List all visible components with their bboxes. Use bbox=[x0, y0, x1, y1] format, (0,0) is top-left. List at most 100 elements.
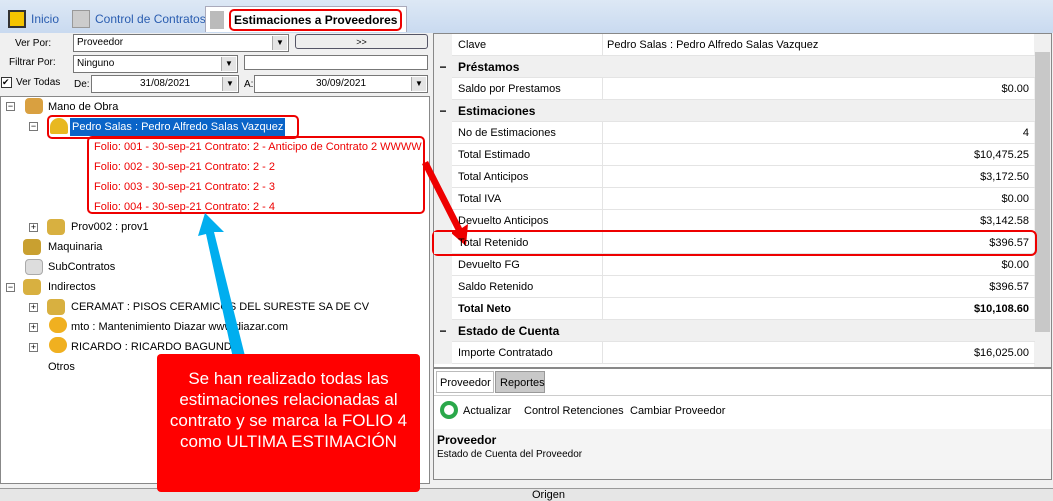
expand-icon[interactable]: + bbox=[29, 223, 38, 232]
property-value: $16,025.00 bbox=[602, 342, 1029, 364]
property-row[interactable]: Importe Contratado $16,025.00 bbox=[434, 342, 1035, 364]
cambiar-proveedor-button[interactable]: Cambiar Proveedor bbox=[630, 405, 725, 417]
collapse-icon[interactable]: − bbox=[29, 122, 38, 131]
property-value: $10,108.60 bbox=[602, 298, 1029, 320]
contract-icon bbox=[72, 10, 90, 28]
tree-node-folio[interactable]: Folio: 001 - 30-sep-21 Contrato: 2 - Ant… bbox=[94, 138, 422, 156]
tree-node-folio[interactable]: Folio: 002 - 30-sep-21 Contrato: 2 - 2 bbox=[94, 158, 275, 176]
property-row[interactable]: Total Estimado $10,475.25 bbox=[434, 144, 1035, 166]
description-title: Proveedor bbox=[437, 433, 497, 447]
logo-icon bbox=[8, 10, 26, 28]
trowel-icon bbox=[25, 98, 43, 114]
collapse-icon[interactable]: − bbox=[6, 102, 15, 111]
property-value: $0.00 bbox=[602, 188, 1029, 210]
property-value: $3,172.50 bbox=[602, 166, 1029, 188]
tree-node-pedro-salas[interactable]: Pedro Salas : Pedro Alfredo Salas Vazque… bbox=[70, 118, 286, 136]
truck-icon bbox=[47, 299, 65, 315]
property-value: $0.00 bbox=[602, 254, 1029, 276]
property-name: Total Retenido bbox=[458, 237, 529, 249]
tree-node-ceramat[interactable]: CERAMAT : PISOS CERAMICOS DEL SURESTE SA… bbox=[71, 298, 369, 316]
bottom-panel: Proveedor Reportes Actualizar Control Re… bbox=[433, 368, 1052, 480]
property-name: Total IVA bbox=[458, 193, 502, 205]
property-category[interactable]: − Estado de Cuenta bbox=[434, 320, 1035, 342]
tree-node-subcontratos[interactable]: SubContratos bbox=[48, 258, 115, 276]
property-row[interactable]: Total IVA $0.00 bbox=[434, 188, 1035, 210]
expand-icon[interactable]: + bbox=[29, 323, 38, 332]
tree-node-folio[interactable]: Folio: 004 - 30-sep-21 Contrato: 2 - 4 bbox=[94, 198, 275, 216]
tree-node-mto[interactable]: mto : Mantenimiento Diazar www.diazar.co… bbox=[71, 318, 288, 336]
property-row[interactable]: Total Neto $10,108.60 bbox=[434, 298, 1035, 320]
expand-icon[interactable]: + bbox=[29, 343, 38, 352]
tab-estimaciones[interactable]: Estimaciones a Proveedores bbox=[205, 6, 408, 32]
property-value: $3,142.58 bbox=[602, 210, 1029, 232]
truck-icon bbox=[47, 219, 65, 235]
property-row[interactable]: Devuelto FG $0.00 bbox=[434, 254, 1035, 276]
tab-reportes[interactable]: Reportes bbox=[495, 371, 545, 393]
property-name: Total Estimado bbox=[458, 149, 531, 161]
vertical-scrollbar[interactable] bbox=[1034, 34, 1051, 367]
collapse-icon[interactable]: − bbox=[6, 283, 15, 292]
property-name: Devuelto Anticipos bbox=[458, 215, 549, 227]
documents-icon bbox=[25, 259, 43, 275]
helmet-icon bbox=[50, 118, 68, 134]
tab-inicio[interactable]: Inicio bbox=[8, 6, 59, 32]
property-row[interactable]: Devuelto Anticipos $3,142.58 bbox=[434, 210, 1035, 232]
tab-proveedor[interactable]: Proveedor bbox=[436, 371, 494, 393]
tab-bar: Inicio Control de Contratos Estimaciones… bbox=[0, 0, 1053, 33]
ver-por-select[interactable]: Proveedor ▼ bbox=[73, 34, 289, 52]
chevron-down-icon: ▼ bbox=[272, 36, 287, 50]
property-value: $396.57 bbox=[602, 276, 1029, 298]
refresh-icon bbox=[440, 401, 458, 419]
actualizar-button[interactable]: Actualizar bbox=[463, 405, 511, 417]
collapse-icon[interactable]: − bbox=[434, 100, 452, 122]
de-date-picker[interactable]: 31/08/2021 ▼ bbox=[91, 75, 239, 93]
expand-icon[interactable]: + bbox=[29, 303, 38, 312]
tree-node-mano-obra[interactable]: Mano de Obra bbox=[48, 98, 118, 116]
collapse-icon[interactable]: − bbox=[434, 56, 452, 78]
money-icon bbox=[23, 279, 41, 295]
property-row[interactable]: Total Anticipos $3,172.50 bbox=[434, 166, 1035, 188]
property-name: Clave bbox=[458, 39, 487, 51]
go-button[interactable]: >> bbox=[295, 34, 428, 49]
tab-control-contratos[interactable]: Control de Contratos bbox=[72, 6, 206, 32]
estimate-icon bbox=[210, 10, 224, 29]
annotation-callout: Se han realizado todas las estimaciones … bbox=[157, 354, 420, 492]
worker-icon bbox=[49, 317, 67, 333]
control-retenciones-button[interactable]: Control Retenciones bbox=[524, 405, 624, 417]
chevron-down-icon: ▼ bbox=[221, 57, 236, 71]
property-name: Total Neto bbox=[458, 303, 511, 315]
property-row[interactable]: Saldo por Prestamos $0.00 bbox=[434, 78, 1035, 100]
a-date-picker[interactable]: 30/09/2021 ▼ bbox=[254, 75, 428, 93]
property-name: No de Estimaciones bbox=[458, 127, 556, 139]
collapse-icon[interactable]: − bbox=[434, 320, 452, 342]
ver-por-label: Ver Por: bbox=[15, 38, 52, 49]
filter-text-input[interactable] bbox=[244, 55, 428, 70]
property-row[interactable]: Clave Pedro Salas : Pedro Alfredo Salas V… bbox=[434, 34, 1035, 56]
property-row[interactable]: Total Retenido $396.57 bbox=[432, 230, 1037, 256]
property-name: Devuelto FG bbox=[458, 259, 520, 271]
tree-node-maquinaria[interactable]: Maquinaria bbox=[48, 238, 102, 256]
property-category[interactable]: − Estimaciones bbox=[434, 100, 1035, 122]
property-value: 4 bbox=[602, 122, 1029, 144]
property-name: Saldo Retenido bbox=[458, 281, 534, 293]
property-value: $396.57 bbox=[602, 232, 1029, 254]
property-row[interactable]: No de Estimaciones 4 bbox=[434, 122, 1035, 144]
tree-node-otros[interactable]: Otros bbox=[48, 358, 75, 376]
ver-todas-checkbox[interactable]: ✔ bbox=[1, 77, 12, 88]
filtrar-por-select[interactable]: Ninguno ▼ bbox=[73, 55, 238, 73]
tree-node-folio[interactable]: Folio: 003 - 30-sep-21 Contrato: 2 - 3 bbox=[94, 178, 275, 196]
property-value: $0.00 bbox=[602, 78, 1029, 100]
ver-todas-label: Ver Todas bbox=[16, 77, 61, 88]
filtrar-por-label: Filtrar Por: bbox=[9, 57, 56, 68]
property-value: Pedro Salas : Pedro Alfredo Salas Vazque… bbox=[602, 34, 1029, 56]
tree-node-prov002[interactable]: Prov002 : prov1 bbox=[71, 218, 149, 236]
tree-node-indirectos[interactable]: Indirectos bbox=[48, 278, 96, 296]
property-grid[interactable]: Clave Pedro Salas : Pedro Alfredo Salas V… bbox=[432, 33, 1052, 368]
property-name: Total Anticipos bbox=[458, 171, 529, 183]
worker-icon bbox=[49, 337, 67, 353]
property-category[interactable]: − Préstamos bbox=[434, 56, 1035, 78]
property-row[interactable]: Saldo Retenido $396.57 bbox=[434, 276, 1035, 298]
a-label: A: bbox=[244, 79, 254, 90]
property-name: Saldo por Prestamos bbox=[458, 83, 561, 95]
chevron-down-icon: ▼ bbox=[222, 77, 237, 91]
